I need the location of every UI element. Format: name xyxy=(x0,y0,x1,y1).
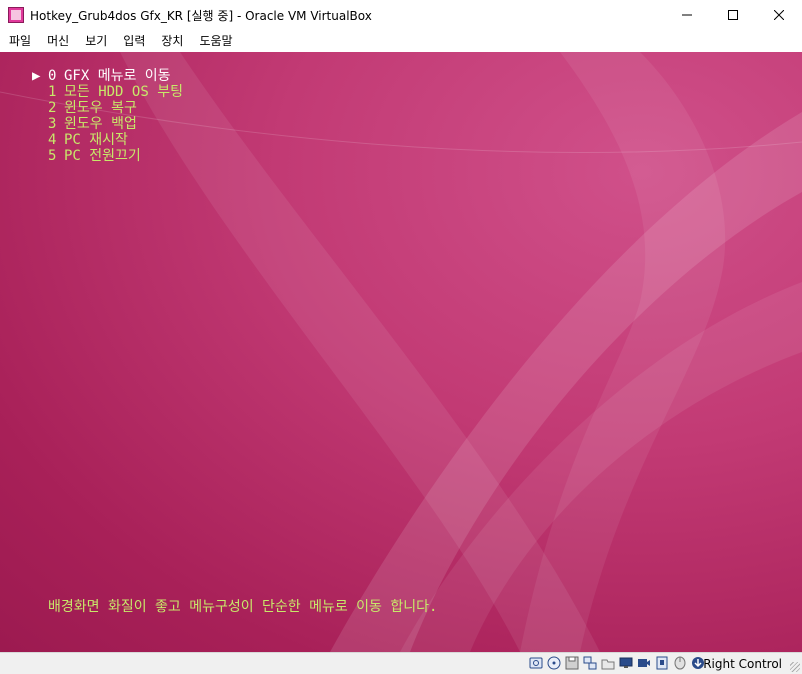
selection-pointer-icon: ▶ xyxy=(32,68,41,84)
menu-input[interactable]: 입력 xyxy=(115,30,153,52)
boot-menu-item-label: 윈도우 백업 xyxy=(64,116,137,132)
window-title: Hotkey_Grub4dos Gfx_KR [실행 중] - Oracle V… xyxy=(30,8,372,23)
boot-menu-item[interactable]: 2 윈도우 복구 xyxy=(32,100,183,116)
close-button[interactable] xyxy=(756,0,802,30)
hard-disk-icon[interactable] xyxy=(528,655,544,671)
boot-menu-item[interactable]: 5 PC 전원끄기 xyxy=(32,148,183,164)
close-icon xyxy=(774,10,784,20)
mouse-integration-icon[interactable] xyxy=(672,655,688,671)
boot-menu-item[interactable]: ▶ 0 GFX 메뉴로 이동 xyxy=(32,68,183,84)
floppy-icon[interactable] xyxy=(564,655,580,671)
display-icon[interactable] xyxy=(618,655,634,671)
boot-menu-item-number: 5 xyxy=(48,148,57,164)
boot-menu-item[interactable]: 1 모든 HDD OS 부팅 xyxy=(32,84,183,100)
menu-machine[interactable]: 머신 xyxy=(39,30,77,52)
optical-drive-icon[interactable] xyxy=(546,655,562,671)
status-indicators xyxy=(528,655,706,671)
boot-menu-item-label: GFX 메뉴로 이동 xyxy=(64,68,171,84)
boot-menu-item-label: PC 전원끄기 xyxy=(64,148,141,164)
boot-menu-item-number: 1 xyxy=(48,84,57,100)
boot-menu-item-label: 모든 HDD OS 부팅 xyxy=(64,84,183,100)
selection-pointer-slot xyxy=(32,100,48,116)
minimize-icon xyxy=(682,14,692,16)
menu-file[interactable]: 파일 xyxy=(0,30,39,52)
network-icon[interactable] xyxy=(582,655,598,671)
selection-pointer-slot xyxy=(32,148,48,164)
boot-menu-item-number: 3 xyxy=(48,116,57,132)
window-controls xyxy=(664,0,802,30)
selection-pointer-slot xyxy=(32,84,48,100)
maximize-button[interactable] xyxy=(710,0,756,30)
boot-menu-item-label: PC 재시작 xyxy=(64,132,128,148)
boot-menu-item-label: 윈도우 복구 xyxy=(64,100,137,116)
video-capture-icon[interactable] xyxy=(636,655,652,671)
shared-folders-icon[interactable] xyxy=(600,655,616,671)
selection-pointer-slot xyxy=(32,116,48,132)
host-key-label: Right Control xyxy=(703,657,782,671)
boot-menu-item-number: 2 xyxy=(48,100,57,116)
resize-grip-icon[interactable] xyxy=(790,662,800,672)
minimize-button[interactable] xyxy=(664,0,710,30)
boot-menu: ▶ 0 GFX 메뉴로 이동 1 모든 HDD OS 부팅 2 윈도우 복구 3… xyxy=(32,68,183,164)
menu-devices[interactable]: 장치 xyxy=(153,30,191,52)
maximize-icon xyxy=(728,10,738,20)
boot-menu-item[interactable]: 4 PC 재시작 xyxy=(32,132,183,148)
usb-icon[interactable] xyxy=(654,655,670,671)
status-bar: Right Control xyxy=(0,652,802,674)
menu-help[interactable]: 도움말 xyxy=(191,30,240,52)
vm-display[interactable]: ▶ 0 GFX 메뉴로 이동 1 모든 HDD OS 부팅 2 윈도우 복구 3… xyxy=(0,52,802,652)
boot-menu-item-number: 4 xyxy=(48,132,57,148)
boot-menu-description: 배경화면 화질이 좋고 메뉴구성이 단순한 메뉴로 이동 합니다. xyxy=(48,599,438,615)
boot-menu-item[interactable]: 3 윈도우 백업 xyxy=(32,116,183,132)
title-bar: Hotkey_Grub4dos Gfx_KR [실행 중] - Oracle V… xyxy=(0,0,802,30)
menu-bar: 파일 머신 보기 입력 장치 도움말 xyxy=(0,30,802,52)
boot-menu-item-number: 0 xyxy=(48,68,57,84)
virtualbox-app-icon[interactable] xyxy=(8,7,24,23)
menu-view[interactable]: 보기 xyxy=(77,30,115,52)
selection-pointer-slot xyxy=(32,132,48,148)
